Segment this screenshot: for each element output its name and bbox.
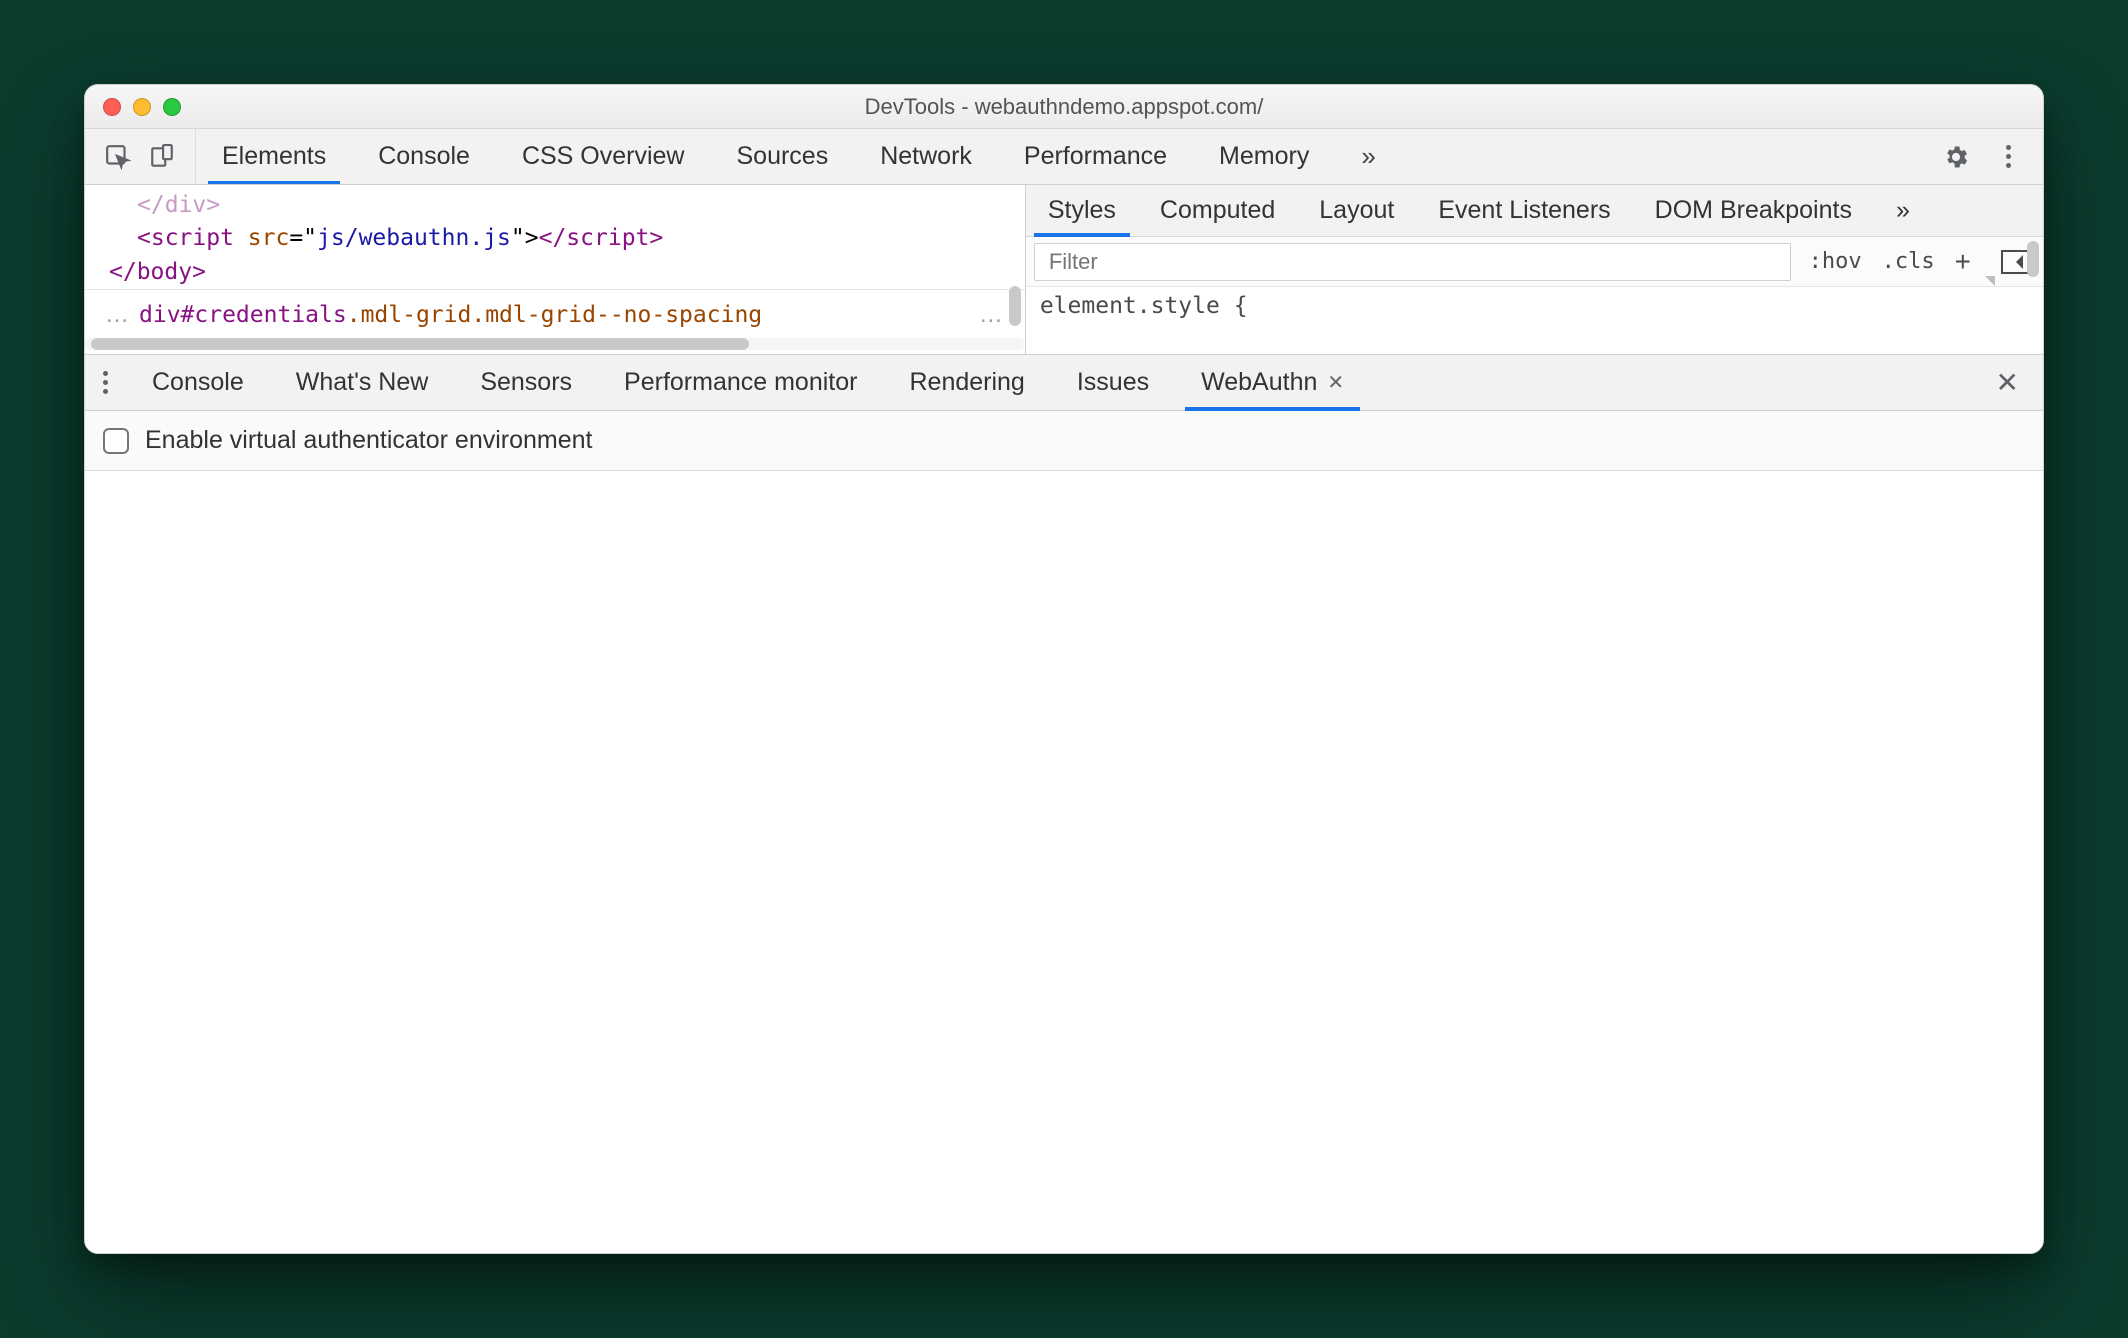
tab-console[interactable]: Console [352,129,496,184]
tab-sources[interactable]: Sources [711,129,855,184]
drawer-tab-issues[interactable]: Issues [1051,355,1175,410]
breadcrumb: … div#credentials.mdl-grid.mdl-grid--no-… [85,289,1025,339]
tab-computed[interactable]: Computed [1138,185,1297,236]
tab-layout[interactable]: Layout [1297,185,1416,236]
code-line-3: </body> [109,259,206,285]
inspect-element-icon[interactable] [103,142,133,172]
tab-performance[interactable]: Performance [998,129,1193,184]
element-style-rule: element.style { [1040,293,1248,319]
tab-elements[interactable]: Elements [196,129,352,184]
styles-vertical-scrollbar[interactable] [2027,241,2039,277]
code-line-1: </div> [137,192,220,218]
device-toolbar-icon[interactable] [147,142,177,172]
styles-filter-input[interactable] [1034,243,1791,281]
webauthn-panel-body [85,471,2043,1253]
inspect-tools [85,129,196,184]
styles-body[interactable]: element.style { [1026,287,2043,325]
elements-and-styles-split: </div> <script src="js/webauthn.js"></sc… [85,185,2043,355]
breadcrumb-next-icon[interactable]: … [971,301,1013,329]
more-menu-icon[interactable] [1993,142,2023,172]
resize-handle-icon[interactable] [1985,276,1995,286]
titlebar: DevTools - webauthndemo.appspot.com/ [85,85,2043,129]
elements-vertical-scrollbar[interactable] [1009,191,1021,326]
toggle-cls[interactable]: .cls [1872,249,1945,274]
drawer-more-icon[interactable] [85,355,126,410]
toggle-hov[interactable]: :hov [1799,249,1872,274]
code-line-2: <script src="js/webauthn.js"></script> [137,222,1025,255]
drawer-tab-whats-new[interactable]: What's New [270,355,455,410]
window-title: DevTools - webauthndemo.appspot.com/ [85,94,2043,120]
close-drawer-icon[interactable]: ✕ [1972,355,2043,410]
breadcrumb-current[interactable]: div#credentials.mdl-grid.mdl-grid--no-sp… [139,302,762,328]
breadcrumb-prev-icon[interactable]: … [97,301,139,329]
tab-css-overview[interactable]: CSS Overview [496,129,711,184]
tab-styles[interactable]: Styles [1026,185,1138,236]
styles-tab-strip: Styles Computed Layout Event Listeners D… [1026,185,2043,237]
drawer-tab-console[interactable]: Console [126,355,270,410]
dom-tree[interactable]: </div> <script src="js/webauthn.js"></sc… [85,185,1025,289]
main-tabs-overflow-icon[interactable]: » [1335,129,1401,184]
elements-pane: </div> <script src="js/webauthn.js"></sc… [85,185,1025,354]
enable-virtual-authenticator-checkbox[interactable] [103,428,129,454]
tab-dom-breakpoints[interactable]: DOM Breakpoints [1633,185,1874,236]
drawer-tab-rendering[interactable]: Rendering [883,355,1050,410]
toggle-computed-sidebar-icon[interactable] [2001,250,2029,274]
devtools-window: DevTools - webauthndemo.appspot.com/ Ele… [84,84,2044,1254]
drawer-tab-sensors[interactable]: Sensors [454,355,598,410]
drawer-tab-performance-monitor[interactable]: Performance monitor [598,355,883,410]
main-toolbar-right [1921,129,2043,184]
enable-virtual-authenticator-label: Enable virtual authenticator environment [145,426,593,455]
drawer-tab-strip: Console What's New Sensors Performance m… [85,355,2043,411]
elements-horizontal-scrollbar[interactable] [85,338,1025,350]
main-tabs: Elements Console CSS Overview Sources Ne… [196,129,1921,184]
main-tab-strip: Elements Console CSS Overview Sources Ne… [85,129,2043,185]
tab-network[interactable]: Network [854,129,998,184]
tab-event-listeners[interactable]: Event Listeners [1416,185,1632,236]
tab-memory[interactable]: Memory [1193,129,1335,184]
settings-icon[interactable] [1941,142,1971,172]
styles-pane: Styles Computed Layout Event Listeners D… [1025,185,2043,354]
drawer-tab-webauthn[interactable]: WebAuthn ✕ [1175,355,1370,410]
styles-toolbar: :hov .cls + [1026,237,2043,287]
close-tab-icon[interactable]: ✕ [1327,370,1344,395]
webauthn-panel-header: Enable virtual authenticator environment [85,411,2043,471]
styles-tabs-overflow-icon[interactable]: » [1874,185,1932,236]
new-style-rule-icon[interactable]: + [1945,246,1981,278]
